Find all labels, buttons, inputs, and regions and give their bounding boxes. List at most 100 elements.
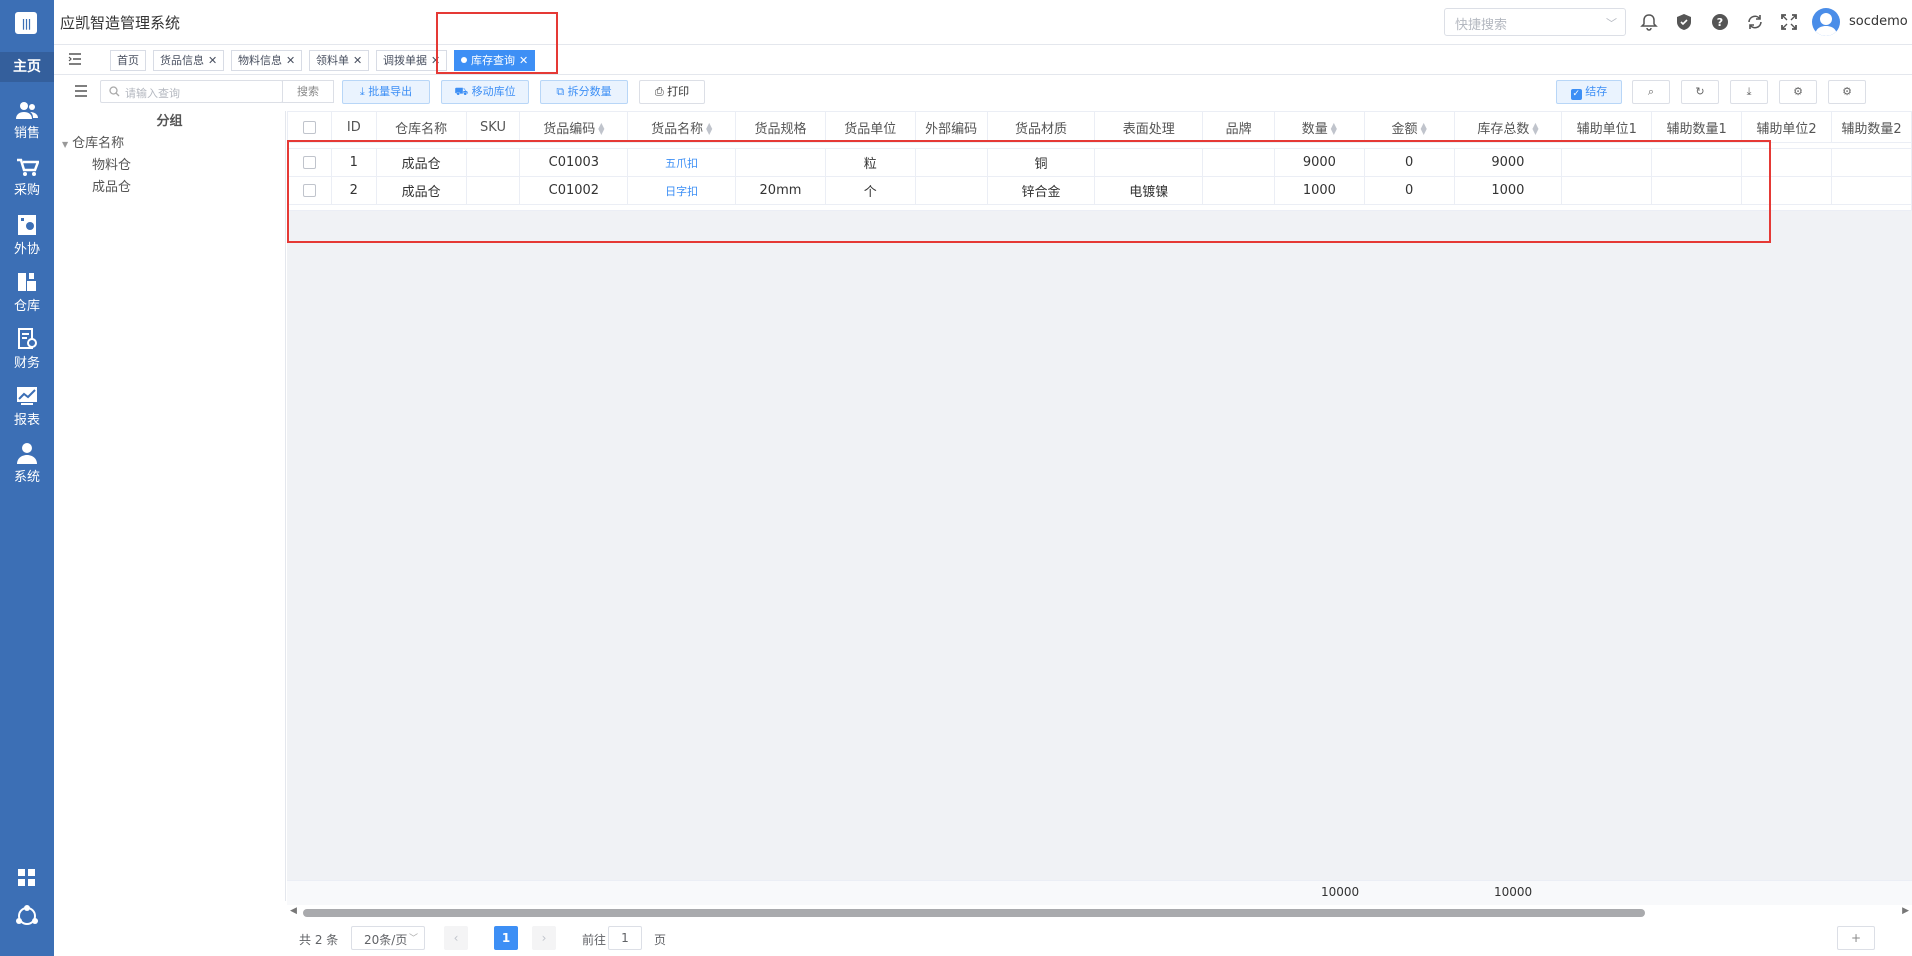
copy-icon: ⧉ [556,85,565,98]
col-header: 辅助单位1 [1561,111,1653,143]
scroll-left-icon[interactable]: ◀ [290,906,297,916]
sidebar-item-label: 销售 [13,126,40,141]
sort-icon[interactable]: ▲ ▼ [598,122,604,136]
tab-picking-order[interactable]: 领料单 ✕ [309,50,370,71]
goods-name-link[interactable]: 日字扣 [665,185,698,198]
goods-name-link[interactable]: 五爪扣 [665,157,698,170]
sort-icon[interactable]: ▲ ▼ [1421,122,1427,136]
page-size-select[interactable]: 20条/页 ﹀ [351,926,425,950]
col-header: 外部编码 [914,111,988,143]
tree-node-product-warehouse[interactable]: 成品仓 [54,177,285,199]
search-input[interactable]: 请输入查询 [100,80,283,103]
select-all-cell[interactable] [287,111,332,143]
network-icon[interactable] [0,904,54,932]
move-location-button[interactable]: ⛟ 移动库位 [441,80,529,104]
tree-toggle-icon[interactable] [74,85,88,97]
tab-home[interactable]: 首页 [110,50,146,71]
col-header: 货品材质 [986,111,1096,143]
close-icon[interactable]: ✕ [353,54,362,67]
cell-ext-code [914,148,988,177]
scroll-right-icon[interactable]: ▶ [1902,906,1909,916]
sidebar-item-report[interactable]: 报表 [0,385,54,435]
sort-icon[interactable]: ▲ ▼ [1331,122,1337,136]
button-label: 拆分数量 [567,85,612,98]
sidebar-item-label: 外协 [13,242,40,257]
cell-aux-qty1 [1651,148,1743,177]
col-header-sortable[interactable]: 库存总数 ▲ ▼ [1453,111,1563,143]
col-header-sortable[interactable]: 金额 ▲ ▼ [1363,111,1455,143]
select-all-checkbox[interactable] [302,120,316,134]
horizontal-scrollbar[interactable]: ◀ ▶ [287,906,1912,920]
close-icon[interactable]: ✕ [431,54,440,67]
settings-button[interactable]: ⚙ [1779,80,1817,104]
tab-stock-query[interactable]: 库存查询 ✕ [454,50,536,71]
stock-toggle-button[interactable]: ✓ 结存 [1556,80,1622,104]
print-button[interactable]: ⎙ 打印 [639,80,705,104]
search-toggle-button[interactable]: ⌕ [1632,80,1670,104]
row-select-cell[interactable] [287,148,332,177]
search-button[interactable]: 搜索 [282,80,334,103]
sort-icon[interactable]: ▲ ▼ [1532,122,1538,136]
col-header-sortable[interactable]: 货品编码 ▲ ▼ [519,111,629,143]
chevron-down-icon: ﹀ [1606,17,1617,30]
cell-unit: 个 [824,176,916,205]
sidebar-item-outsource[interactable]: 外协 [0,214,54,264]
tree-node-material-warehouse[interactable]: 物料仓 [54,155,285,177]
cell-id: 1 [330,148,377,177]
page-number-current[interactable]: 1 [494,926,518,950]
cell-name[interactable]: 五爪扣 [627,148,737,177]
quick-search-select[interactable]: 快捷搜索 ﹀ [1444,8,1626,36]
col-header-sortable[interactable]: 数量 ▲ ▼ [1273,111,1365,143]
cell-id: 2 [330,176,377,205]
row-checkbox[interactable] [302,156,316,169]
sidebar-item-finance[interactable]: 财务 [0,328,54,378]
shield-icon[interactable] [1675,13,1693,31]
row-select-cell[interactable] [287,176,332,205]
quick-search-placeholder: 快捷搜索 [1455,18,1508,33]
add-button[interactable]: + [1837,926,1875,950]
tree-node-root[interactable]: ▼ 仓库名称 [54,133,285,155]
refresh-icon[interactable] [1746,13,1764,31]
tab-goods-info[interactable]: 货品信息 ✕ [153,50,225,71]
sidebar-item-system[interactable]: 系统 [0,442,54,492]
close-icon[interactable]: ✕ [286,54,295,67]
close-icon[interactable]: ✕ [208,54,217,67]
next-page-button[interactable]: › [532,926,556,950]
bell-icon[interactable] [1640,13,1658,31]
column-settings-button[interactable]: ⚙ [1828,80,1866,104]
menu-collapse-icon[interactable] [68,53,82,65]
help-icon[interactable]: ? [1711,13,1729,31]
cell-total: 9000 [1453,148,1563,177]
close-icon[interactable]: ✕ [519,54,528,67]
sidebar-item-sales[interactable]: 销售 [0,100,54,150]
sidebar-item-purchase[interactable]: 采购 [0,157,54,207]
cell-aux-unit1 [1561,148,1653,177]
tab-transfer-order[interactable]: 调拨单据 ✕ [376,50,448,71]
table-row[interactable]: 1 成品仓 C01003 五爪扣 粒 铜 9000 0 9000 [287,148,1912,177]
batch-export-button[interactable]: ⤓ 批量导出 [342,80,430,104]
cell-name[interactable]: 日字扣 [627,176,737,205]
row-checkbox[interactable] [302,184,316,197]
tab-material-info[interactable]: 物料信息 ✕ [231,50,303,71]
fullscreen-icon[interactable] [1780,13,1798,31]
sort-icon[interactable]: ▲ ▼ [706,122,712,136]
tab-label: 调拨单据 [383,54,427,67]
table-row[interactable]: 2 成品仓 C01002 日字扣 20mm 个 锌合金 电镀镍 1000 0 1… [287,176,1912,205]
col-header-sortable[interactable]: 货品名称 ▲ ▼ [627,111,737,143]
search-icon [109,86,120,97]
split-quantity-button[interactable]: ⧉ 拆分数量 [540,80,628,104]
goto-page-input[interactable]: 1 [608,926,642,950]
warehouse-icon [18,273,36,291]
sidebar-item-label: 报表 [13,413,40,428]
prev-page-button[interactable]: ‹ [444,926,468,950]
scrollbar-thumb[interactable] [303,909,1645,917]
username[interactable]: socdemo [1849,14,1908,29]
col-header: 辅助数量1 [1651,111,1743,143]
refresh-button[interactable]: ↻ [1681,80,1719,104]
apps-grid-icon[interactable] [0,868,54,892]
sidebar-item-warehouse[interactable]: 仓库 [0,271,54,321]
sidebar-item-home[interactable]: 主页 [0,52,54,82]
cell-qty: 9000 [1273,148,1365,177]
avatar[interactable] [1812,8,1840,36]
download-button[interactable]: ⤓ [1730,80,1768,104]
